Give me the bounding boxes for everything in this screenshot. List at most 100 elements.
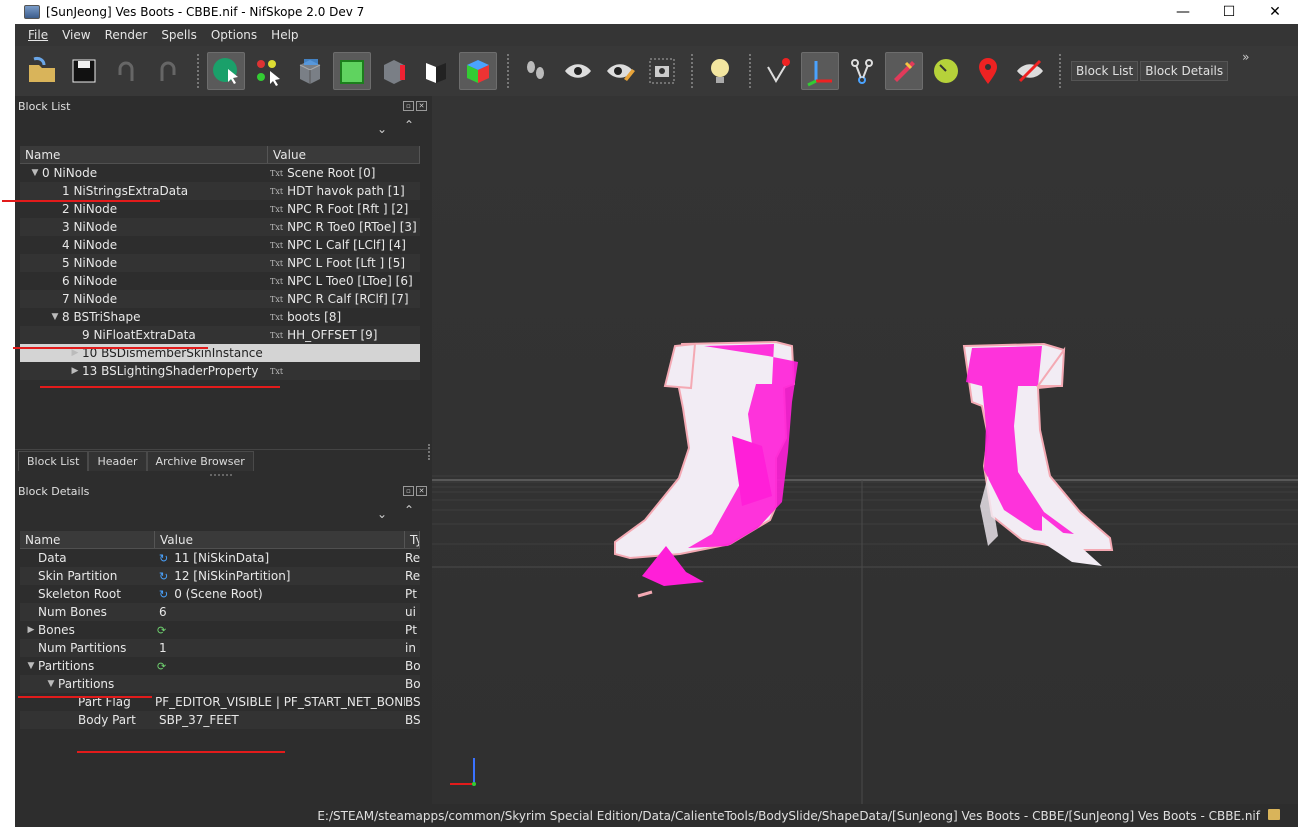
chevron-down-icon[interactable]: ⌄: [377, 507, 387, 521]
show-collision-button[interactable]: [927, 52, 965, 90]
detail-row[interactable]: ▼ Partitions ⟳ Bo: [20, 657, 420, 675]
block-list-toggle[interactable]: Block List: [1071, 61, 1139, 81]
view-cube-button[interactable]: [291, 52, 329, 90]
block-list-row[interactable]: 2 NiNode Txt NPC R Foot [Rft ] [2]: [20, 200, 420, 218]
expand-arrow-icon[interactable]: ▶: [68, 348, 82, 358]
menu-render[interactable]: Render: [98, 28, 155, 42]
tab-header[interactable]: Header: [88, 451, 147, 471]
text-type-icon: Txt: [270, 186, 284, 196]
show-markers-button[interactable]: [969, 52, 1007, 90]
block-list-row[interactable]: 6 NiNode Txt NPC L Toe0 [LToe] [6]: [20, 272, 420, 290]
field-value[interactable]: 6: [159, 605, 167, 619]
block-list-header: Name Value: [20, 146, 420, 164]
show-nodes-button[interactable]: [759, 52, 797, 90]
field-value[interactable]: 11 [NiSkinData]: [174, 551, 269, 565]
block-list-row[interactable]: 7 NiNode Txt NPC R Calf [RClf] [7]: [20, 290, 420, 308]
toolbar-overflow-button[interactable]: »: [1242, 50, 1249, 64]
chevron-up-icon[interactable]: ⌃: [404, 503, 414, 517]
view-front-button[interactable]: [333, 52, 371, 90]
close-button[interactable]: ✕: [1252, 0, 1298, 24]
tab-block-list[interactable]: Block List: [18, 451, 89, 471]
name-column-header[interactable]: Name: [20, 146, 268, 163]
detail-row[interactable]: Skeleton Root ↻ 0 (Scene Root) Pt: [20, 585, 420, 603]
block-details-toggle[interactable]: Block Details: [1140, 61, 1229, 81]
show-axes-button[interactable]: [801, 52, 839, 90]
detail-row[interactable]: Num Bones 6 ui: [20, 603, 420, 621]
dock-splitter[interactable]: [428, 444, 430, 460]
field-value[interactable]: 0 (Scene Root): [174, 587, 262, 601]
redo-button[interactable]: [149, 52, 187, 90]
view-walk-button[interactable]: [417, 52, 455, 90]
show-footprints-button[interactable]: [517, 52, 555, 90]
expand-arrow-icon[interactable]: ▼: [44, 679, 58, 689]
float-icon[interactable]: ▫: [403, 486, 414, 496]
undo-button[interactable]: [107, 52, 145, 90]
detail-row[interactable]: Body Part SBP_37_FEET BS: [20, 711, 420, 729]
view-side-button[interactable]: [375, 52, 413, 90]
block-list-row[interactable]: 3 NiNode Txt NPC R Toe0 [RToe] [3]: [20, 218, 420, 236]
detail-row[interactable]: ▼ Partitions Bo: [20, 675, 420, 693]
value-column-header[interactable]: Value: [268, 146, 420, 163]
float-icon[interactable]: ▫: [403, 101, 414, 111]
block-list-row[interactable]: ▼ 8 BSTriShape Txt boots [8]: [20, 308, 420, 326]
field-value[interactable]: SBP_37_FEET: [159, 713, 239, 727]
expand-arrow-icon[interactable]: ▼: [24, 661, 38, 671]
hide-geometry-button[interactable]: [1011, 52, 1049, 90]
menu-spells[interactable]: Spells: [154, 28, 204, 42]
minimize-button[interactable]: —: [1160, 0, 1206, 24]
lighting-button[interactable]: [701, 52, 739, 90]
block-list-row[interactable]: ▼ 0 NiNode Txt Scene Root [0]: [20, 164, 420, 182]
block-list-row[interactable]: 9 NiFloatExtraData Txt HH_OFFSET [9]: [20, 326, 420, 344]
expand-arrow-icon[interactable]: ▶: [24, 625, 38, 635]
close-icon[interactable]: ✕: [416, 101, 427, 111]
menu-options[interactable]: Options: [204, 28, 264, 42]
expand-arrow-icon[interactable]: ▼: [48, 312, 62, 322]
field-value[interactable]: 12 [NiSkinPartition]: [174, 569, 290, 583]
menu-help[interactable]: Help: [264, 28, 305, 42]
app-icon: [24, 5, 40, 19]
show-constraints-button[interactable]: [885, 52, 923, 90]
chevron-up-icon[interactable]: ⌃: [404, 118, 414, 132]
view-user-button[interactable]: [459, 52, 497, 90]
screenshot-button[interactable]: [643, 52, 681, 90]
block-list-row[interactable]: ▶ 13 BSLightingShaderProperty Txt: [20, 362, 420, 380]
detail-row[interactable]: Skin Partition ↻ 12 [NiSkinPartition] Re: [20, 567, 420, 585]
save-button[interactable]: [65, 52, 103, 90]
tab-archive-browser[interactable]: Archive Browser: [146, 451, 254, 471]
show-skeleton-button[interactable]: [843, 52, 881, 90]
type-column-header[interactable]: Ty: [405, 531, 420, 548]
detail-row[interactable]: ▶ Bones ⟳ Pt: [20, 621, 420, 639]
close-icon[interactable]: ✕: [416, 486, 427, 496]
eye-slash-icon: [1017, 59, 1043, 83]
field-value[interactable]: 1: [159, 641, 167, 655]
field-value[interactable]: PF_EDITOR_VISIBLE | PF_START_NET_BONESET: [155, 695, 405, 709]
field-type: Re: [405, 551, 420, 565]
lightbulb-icon: [711, 59, 729, 83]
splitter-grip[interactable]: [210, 474, 232, 476]
block-value: NPC R Foot [Rft ] [2]: [287, 202, 409, 216]
block-list-row[interactable]: 1 NiStringsExtraData Txt HDT havok path [1…: [20, 182, 420, 200]
block-name: 7 NiNode: [62, 292, 118, 306]
dock-tabs: Block List Header Archive Browser: [15, 449, 430, 471]
block-list-row[interactable]: 4 NiNode Txt NPC L Calf [LClf] [4]: [20, 236, 420, 254]
block-value: Scene Root [0]: [287, 166, 376, 180]
expand-arrow-icon[interactable]: ▼: [28, 168, 42, 178]
expand-arrow-icon[interactable]: ▶: [68, 366, 82, 376]
detail-row[interactable]: Num Partitions 1 in: [20, 639, 420, 657]
select-object-button[interactable]: [207, 52, 245, 90]
name-column-header[interactable]: Name: [20, 531, 155, 548]
value-column-header[interactable]: Value: [155, 531, 405, 548]
render-viewport[interactable]: [432, 96, 1298, 804]
maximize-button[interactable]: ☐: [1206, 0, 1252, 24]
detail-row[interactable]: Data ↻ 11 [NiSkinData] Re: [20, 549, 420, 567]
chevron-down-icon[interactable]: ⌄: [377, 122, 387, 136]
open-folder-button[interactable]: [23, 52, 61, 90]
show-hidden-button[interactable]: [559, 52, 597, 90]
menu-view[interactable]: View: [55, 28, 97, 42]
block-value: NPC R Toe0 [RToe] [3]: [287, 220, 417, 234]
walk-icon: [426, 63, 446, 83]
show-marked-button[interactable]: [601, 52, 639, 90]
menu-file[interactable]: File: [21, 28, 55, 42]
block-list-row[interactable]: 5 NiNode Txt NPC L Foot [Lft ] [5]: [20, 254, 420, 272]
select-vertex-button[interactable]: [249, 52, 287, 90]
